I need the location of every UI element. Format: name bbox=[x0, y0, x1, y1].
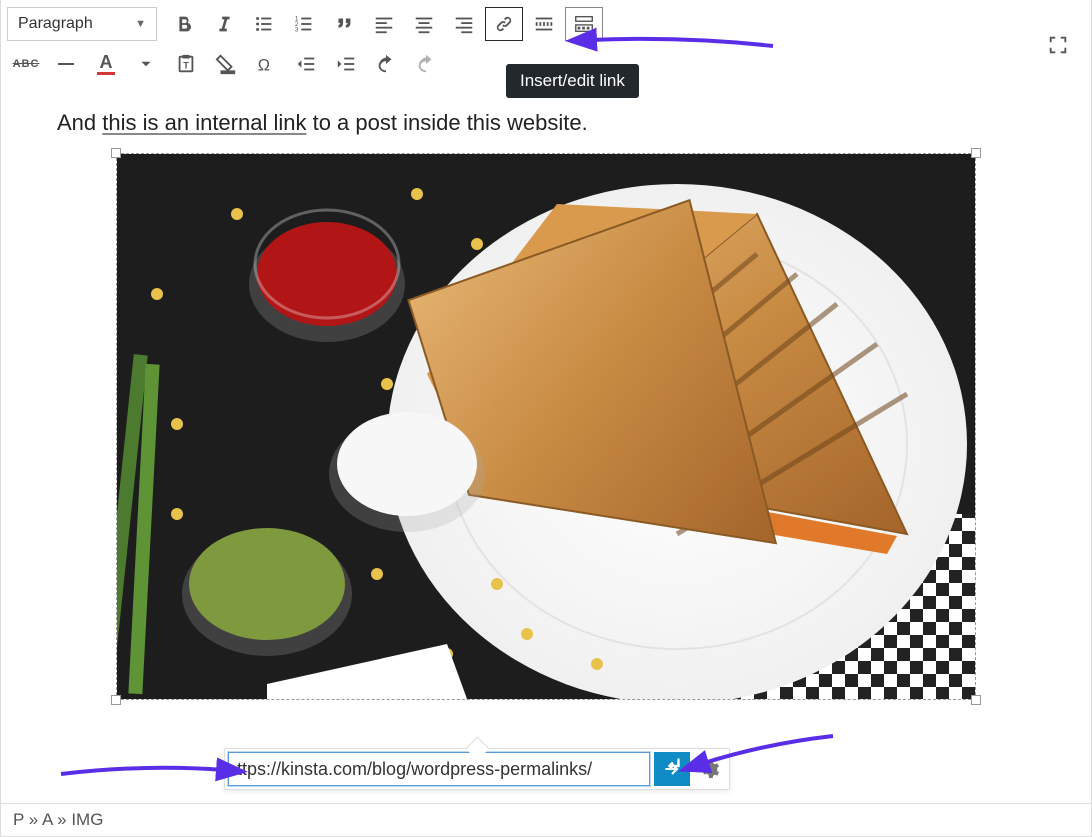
svg-text:T: T bbox=[183, 61, 189, 71]
path-sep1: » bbox=[24, 810, 42, 829]
resize-handle-bl[interactable] bbox=[111, 695, 121, 705]
link-options-button[interactable] bbox=[692, 752, 726, 786]
horizontal-line-button[interactable] bbox=[47, 47, 85, 81]
path-sep2: » bbox=[52, 810, 71, 829]
selected-image-wrap[interactable] bbox=[117, 154, 975, 699]
format-select[interactable]: Paragraph ▼ bbox=[7, 7, 157, 41]
text-color-dropdown[interactable] bbox=[127, 47, 165, 81]
paragraph[interactable]: And this is an internal link to a post i… bbox=[57, 110, 1035, 136]
annotation-arrow-left bbox=[56, 756, 231, 791]
fullscreen-button[interactable] bbox=[1039, 28, 1077, 62]
svg-text:3: 3 bbox=[295, 26, 299, 33]
undo-button[interactable] bbox=[367, 47, 405, 81]
align-center-button[interactable] bbox=[405, 7, 443, 41]
blockquote-button[interactable] bbox=[325, 7, 363, 41]
para-text-pre: And bbox=[57, 110, 102, 135]
link-button-tooltip: Insert/edit link bbox=[506, 64, 639, 98]
resize-handle-br[interactable] bbox=[971, 695, 981, 705]
internal-link[interactable]: this is an internal link bbox=[102, 110, 306, 135]
outdent-button[interactable] bbox=[287, 47, 325, 81]
insert-link-button[interactable] bbox=[485, 7, 523, 41]
content-image[interactable] bbox=[117, 154, 975, 699]
path-p[interactable]: P bbox=[13, 810, 24, 829]
editor-frame: Paragraph ▼ 123 ABC A T Ω bbox=[0, 0, 1092, 837]
link-url-input[interactable] bbox=[228, 752, 650, 786]
path-a[interactable]: A bbox=[42, 810, 52, 829]
align-left-button[interactable] bbox=[365, 7, 403, 41]
para-text-post: to a post inside this website. bbox=[306, 110, 587, 135]
horizontal-line-icon bbox=[58, 63, 74, 65]
path-img[interactable]: IMG bbox=[71, 810, 103, 829]
clear-formatting-button[interactable] bbox=[207, 47, 245, 81]
toolbar-row-1: Paragraph ▼ 123 bbox=[7, 4, 1085, 44]
bold-button[interactable] bbox=[165, 7, 203, 41]
align-right-button[interactable] bbox=[445, 7, 483, 41]
svg-text:Ω: Ω bbox=[258, 56, 270, 74]
resize-handle-tr[interactable] bbox=[971, 148, 981, 158]
insert-more-button[interactable] bbox=[525, 7, 563, 41]
apply-link-button[interactable] bbox=[654, 752, 690, 786]
resize-handle-tl[interactable] bbox=[111, 148, 121, 158]
indent-button[interactable] bbox=[327, 47, 365, 81]
ordered-list-button[interactable]: 123 bbox=[285, 7, 323, 41]
unordered-list-button[interactable] bbox=[245, 7, 283, 41]
editor-content[interactable]: And this is an internal link to a post i… bbox=[1, 88, 1091, 699]
element-path-bar: P » A » IMG bbox=[1, 803, 1091, 836]
text-color-button[interactable]: A bbox=[87, 47, 125, 81]
redo-button[interactable] bbox=[407, 47, 445, 81]
link-popup bbox=[224, 748, 730, 790]
paste-text-button[interactable]: T bbox=[167, 47, 205, 81]
strikethrough-button[interactable]: ABC bbox=[7, 47, 45, 81]
toolbar-toggle-button[interactable] bbox=[565, 7, 603, 41]
italic-button[interactable] bbox=[205, 7, 243, 41]
format-select-label: Paragraph bbox=[18, 15, 93, 33]
special-character-button[interactable]: Ω bbox=[247, 47, 285, 81]
caret-down-icon: ▼ bbox=[135, 18, 146, 30]
